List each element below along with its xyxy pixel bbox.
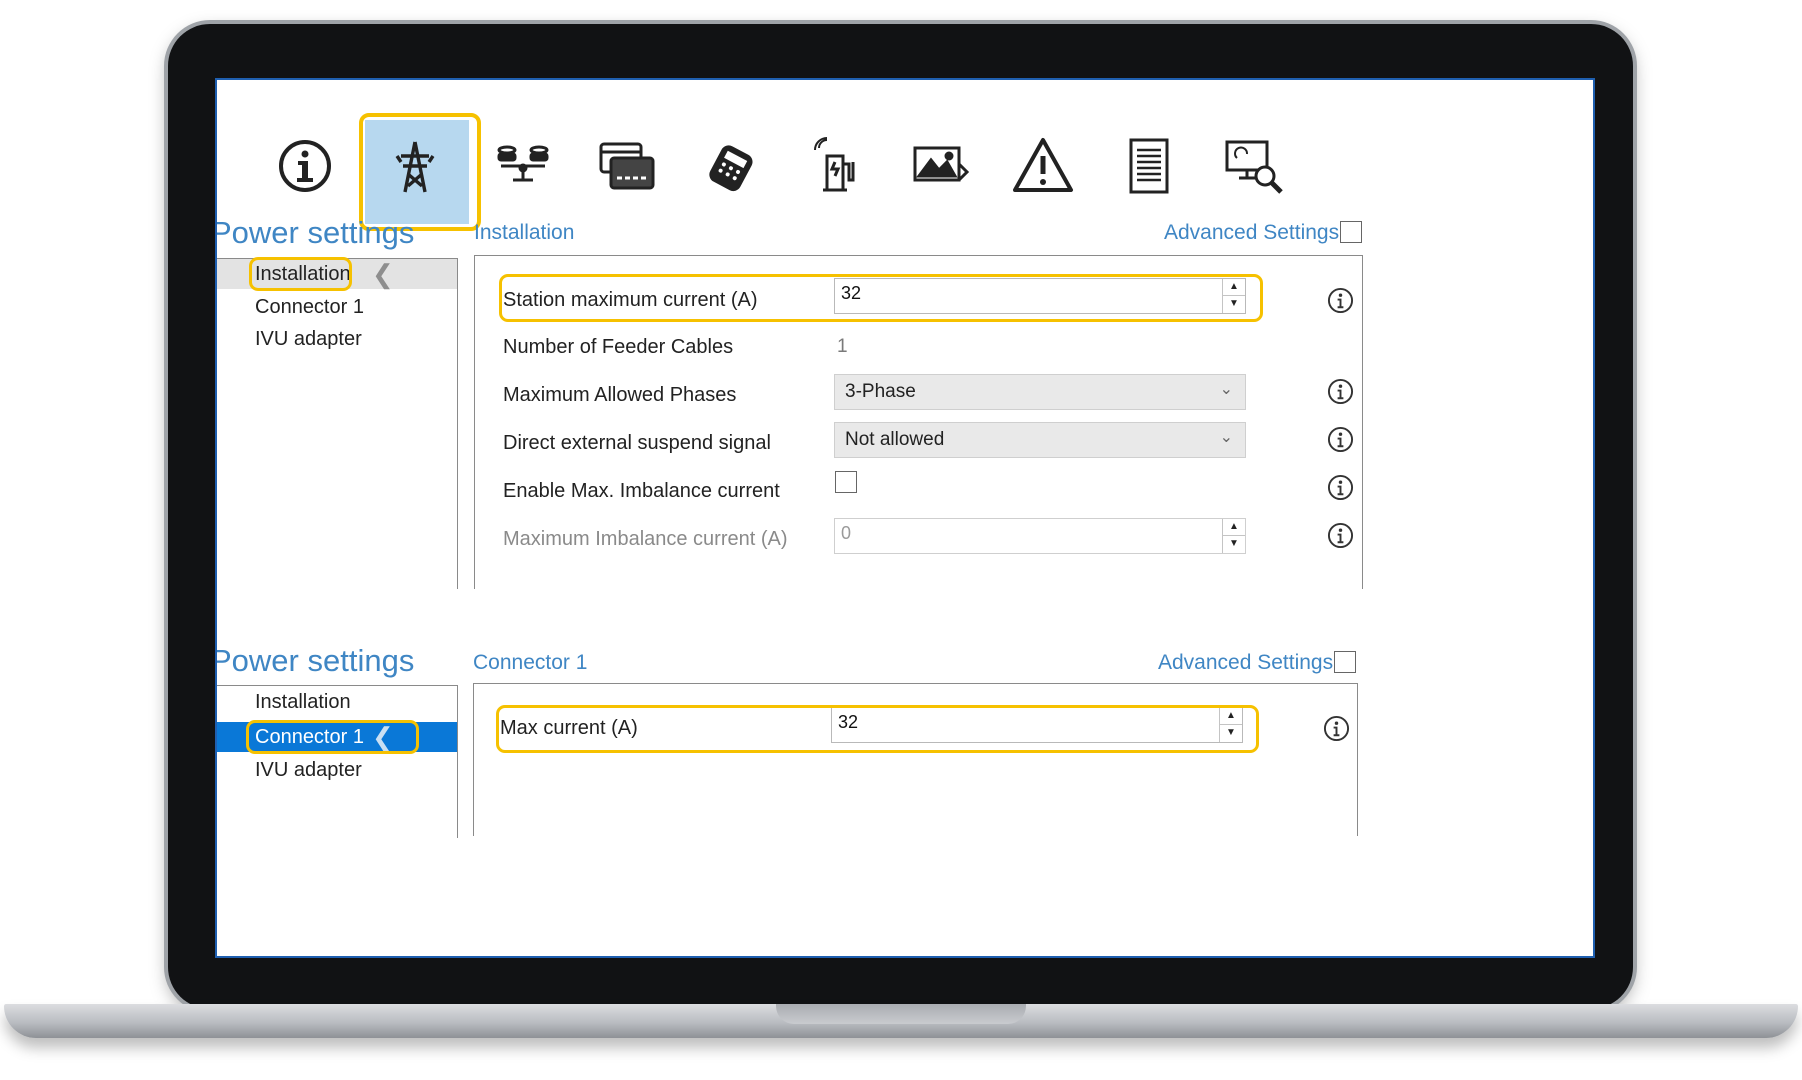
section-title: Connector 1 <box>473 651 588 674</box>
enable-imbalance-label: Enable Max. Imbalance current <box>503 480 780 502</box>
document-icon[interactable] <box>1113 130 1185 202</box>
display-image-icon[interactable] <box>905 130 977 202</box>
max-phases-label: Maximum Allowed Phases <box>503 384 737 406</box>
card-reader-icon[interactable] <box>591 130 663 202</box>
advanced-settings-label: Advanced Settings <box>1158 651 1334 674</box>
nav-item-label: Connector 1 <box>255 296 364 318</box>
warning-icon[interactable] <box>1007 130 1079 202</box>
nav-item-ivu-adapter[interactable]: IVU adapter <box>217 755 457 785</box>
nav-list: Installation Connector 1 ❮ IVU adapter <box>217 685 458 838</box>
info-circle-icon[interactable] <box>1327 474 1354 501</box>
info-icon[interactable] <box>269 130 341 202</box>
spin-buttons[interactable]: ▲ ▼ <box>1222 519 1245 553</box>
spin-down-icon[interactable]: ▼ <box>1223 536 1245 553</box>
power-tool-highlight <box>359 113 481 231</box>
chevron-down-icon: ⌄ <box>1219 429 1233 446</box>
suspend-signal-select[interactable]: Not allowed ⌄ <box>834 422 1246 458</box>
app-screen: Power settings Installation ❮ Connector … <box>215 78 1595 958</box>
info-circle-icon[interactable] <box>1327 287 1354 314</box>
nav-installation-highlight <box>249 257 352 291</box>
payment-terminal-icon[interactable] <box>695 130 767 202</box>
nav-item-label: IVU adapter <box>255 759 362 781</box>
max-imbalance-value: 0 <box>841 523 852 543</box>
nav-list: Installation ❮ Connector 1 IVU adapter <box>217 258 458 589</box>
suspend-signal-label: Direct external suspend signal <box>503 432 771 454</box>
info-circle-icon[interactable] <box>1327 378 1354 405</box>
info-circle-icon[interactable] <box>1327 522 1354 549</box>
chevron-left-icon: ❮ <box>372 259 394 289</box>
advanced-settings-label: Advanced Settings <box>1164 221 1340 244</box>
nav-item-label: IVU adapter <box>255 328 362 350</box>
info-circle-icon[interactable] <box>1323 715 1350 742</box>
charging-station-icon[interactable] <box>801 130 873 202</box>
panel-title: Power settings <box>217 215 415 250</box>
info-circle-icon[interactable] <box>1327 426 1354 453</box>
nav-item-label: Installation <box>255 691 351 713</box>
panel-title: Power settings <box>217 643 415 678</box>
max-phases-select[interactable]: 3-Phase ⌄ <box>834 374 1246 410</box>
load-balance-icon[interactable] <box>487 130 559 202</box>
spin-up-icon[interactable]: ▲ <box>1223 519 1245 536</box>
section-title: Installation <box>474 221 575 244</box>
max-imbalance-label: Maximum Imbalance current (A) <box>503 528 788 550</box>
suspend-signal-value: Not allowed <box>845 429 945 450</box>
chevron-down-icon: ⌄ <box>1219 381 1233 398</box>
laptop-notch <box>776 1004 1026 1024</box>
station-max-current-highlight <box>499 274 1263 322</box>
max-imbalance-input[interactable]: 0 ▲ ▼ <box>834 518 1246 554</box>
nav-item-connector-1[interactable]: Connector 1 <box>217 292 457 322</box>
max-phases-value: 3-Phase <box>845 381 916 402</box>
enable-imbalance-checkbox[interactable] <box>835 471 857 493</box>
feeder-cables-label: Number of Feeder Cables <box>503 336 734 358</box>
nav-connector-highlight <box>246 720 419 754</box>
advanced-settings-checkbox[interactable] <box>1334 651 1356 673</box>
max-current-highlight <box>496 705 1259 753</box>
advanced-settings-checkbox[interactable] <box>1340 221 1362 243</box>
nav-item-installation[interactable]: Installation <box>217 687 457 717</box>
nav-item-ivu-adapter[interactable]: IVU adapter <box>217 324 457 354</box>
diagnostics-icon[interactable] <box>1217 130 1289 202</box>
feeder-cables-value: 1 <box>837 336 848 357</box>
